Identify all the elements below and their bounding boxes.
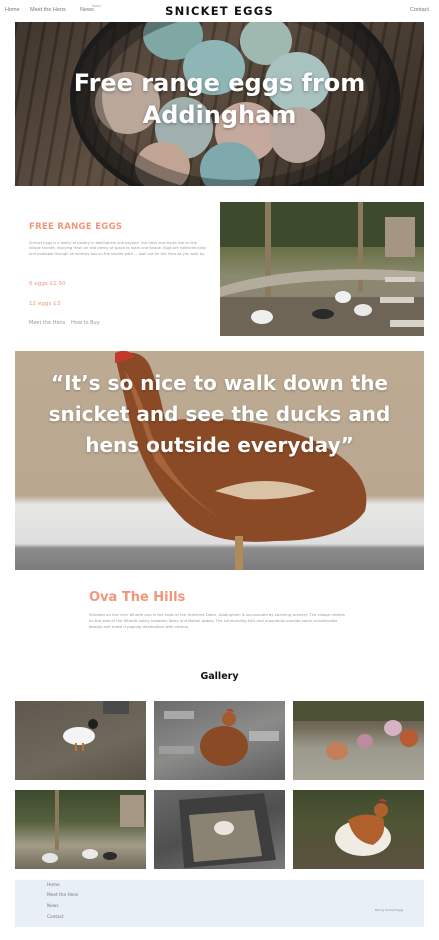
gallery-photo-ducks-on-path[interactable] <box>15 790 146 869</box>
footer-meet-the-hens-link[interactable]: Meet the Hens <box>47 893 78 898</box>
step-slab <box>159 746 194 754</box>
free-range-links: Meet the Hens How to Buy <box>29 320 104 326</box>
footer-credit: Site by Snicket Eggs <box>374 908 404 912</box>
hero-banner: Free range eggs from Addingham <box>15 22 424 186</box>
footer-home-link[interactable]: Home <box>47 883 60 888</box>
step-slab <box>164 711 194 719</box>
testimonial-banner: “It’s so nice to walk down the snicket a… <box>15 351 424 570</box>
step-slab <box>385 277 415 282</box>
hen-shape <box>214 821 234 835</box>
price-12-eggs: 12 eggs £3 <box>29 301 61 307</box>
shed-shape <box>385 217 415 257</box>
step-slab <box>390 320 424 327</box>
gallery-photo-hens-in-yard[interactable] <box>293 701 424 780</box>
footer-contact-link[interactable]: Contact <box>47 915 64 920</box>
top-nav: Home Meet the Hens News Soon SNICKET EGG… <box>0 0 439 22</box>
hen-head <box>374 803 388 817</box>
free-range-title: FREE RANGE EGGS <box>29 222 123 232</box>
fence-post <box>265 202 271 312</box>
hen-shape <box>384 720 402 736</box>
duck-shape <box>335 291 351 303</box>
hens-yard-illustration <box>220 202 424 336</box>
nest-box-illustration <box>179 793 276 868</box>
hen-steps-illustration <box>159 708 279 766</box>
crate-shape <box>103 701 129 714</box>
ova-the-hills-title: Ova The Hills <box>89 590 186 605</box>
gallery-title: Gallery <box>200 671 239 682</box>
duck-shape <box>312 309 334 319</box>
hen-shape <box>326 742 348 760</box>
hen-comb <box>379 798 387 802</box>
hen-illustration <box>335 798 391 856</box>
trees-shape <box>293 701 424 721</box>
duck-body <box>63 727 95 745</box>
duck-shape <box>251 310 273 324</box>
testimonial-quote: “It’s so nice to walk down the snicket a… <box>48 371 391 457</box>
duck-leg <box>82 743 84 751</box>
hen-body <box>200 726 248 766</box>
gallery-photo-duck[interactable] <box>15 701 146 780</box>
footer-news-link[interactable]: News <box>47 904 59 909</box>
duck-shape <box>82 849 98 859</box>
path-shape <box>220 269 424 297</box>
hen-shape <box>400 729 418 747</box>
duck-shape <box>42 853 58 863</box>
hens-yard-illustration <box>293 701 424 760</box>
hen-comb <box>226 708 234 712</box>
hen-shape <box>357 734 373 748</box>
nav-contact-link[interactable]: Contact <box>410 7 429 13</box>
fence-post <box>55 790 59 850</box>
gallery-photo-hen[interactable] <box>293 790 424 869</box>
duck-shape <box>103 852 117 860</box>
step-slab <box>380 297 414 303</box>
straw-shape <box>189 810 262 862</box>
duck-illustration <box>63 701 129 751</box>
shed-shape <box>120 795 144 827</box>
meet-the-hens-link[interactable]: Meet the Hens <box>29 320 65 326</box>
hen-leg <box>235 536 243 570</box>
price-6-eggs: 6 eggs £1.50 <box>29 281 66 287</box>
footer: Home Meet the Hens News Contact Site by … <box>15 880 424 927</box>
gallery-photo-hen-on-steps[interactable] <box>154 701 285 780</box>
ducks-path-illustration <box>42 790 144 863</box>
hen-head <box>222 712 236 726</box>
ova-the-hills-text: Situated on the river Wharfe and in the … <box>89 612 345 629</box>
hero-heading: Free range eggs from Addingham <box>73 69 366 129</box>
site-brand[interactable]: SNICKET EGGS <box>0 4 439 18</box>
duck-leg <box>75 743 77 751</box>
how-to-buy-link[interactable]: How to Buy <box>71 320 100 326</box>
duck-head <box>88 719 98 729</box>
step-slab <box>249 731 279 741</box>
hens-in-yard-photo <box>220 202 424 336</box>
gallery-photo-nest-box[interactable] <box>154 790 285 869</box>
free-range-text: Snicket Eggs is a family of poultry in A… <box>29 241 206 256</box>
duck-shape <box>354 304 372 316</box>
